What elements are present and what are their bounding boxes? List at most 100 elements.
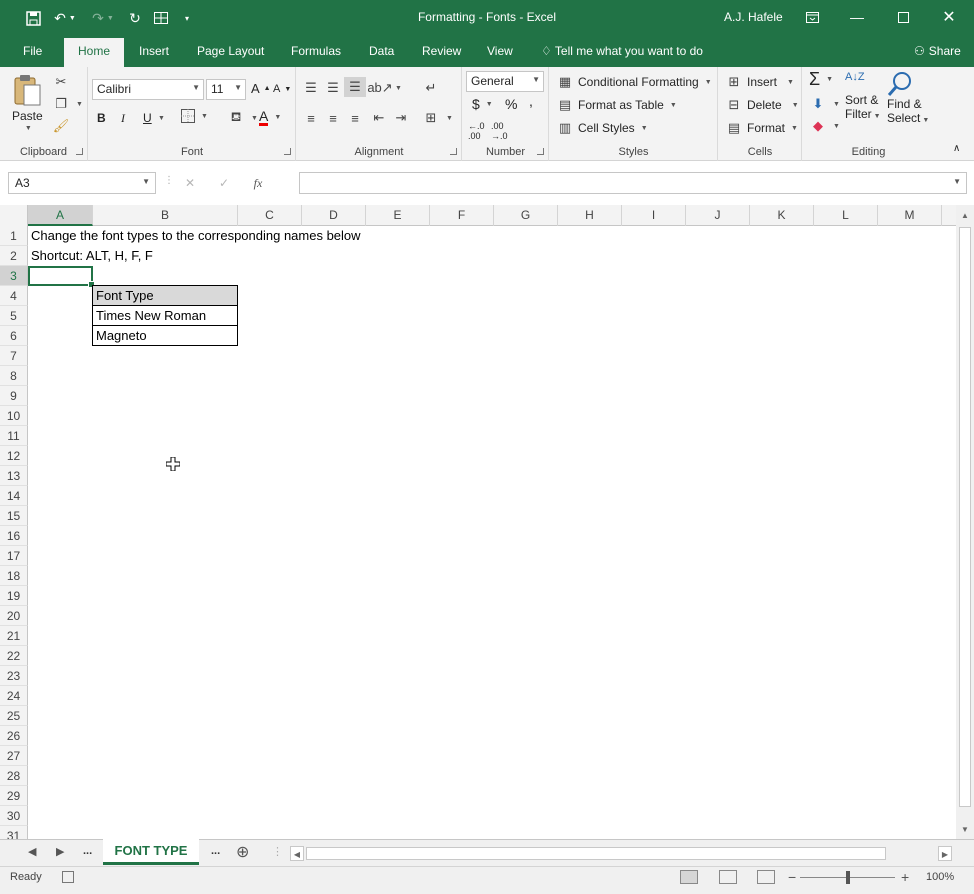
row-header[interactable]: 1 bbox=[0, 226, 28, 246]
row-header[interactable]: 19 bbox=[0, 586, 28, 606]
scroll-down-icon[interactable]: ▼ bbox=[956, 821, 974, 839]
cell-a2[interactable]: Shortcut: ALT, H, F, F bbox=[28, 246, 153, 266]
align-center-icon[interactable]: ≡ bbox=[324, 109, 342, 127]
column-header-g[interactable]: G bbox=[494, 205, 558, 226]
horizontal-scrollbar[interactable]: ◀ ▶ bbox=[290, 846, 954, 861]
collapse-ribbon-icon[interactable]: ∧ bbox=[953, 143, 960, 154]
middle-align-icon[interactable]: ☰ bbox=[324, 79, 342, 97]
select-all-corner[interactable] bbox=[0, 205, 28, 226]
tab-page-layout[interactable]: Page Layout bbox=[197, 44, 264, 58]
scroll-right-icon[interactable]: ▶ bbox=[938, 846, 952, 861]
next-sheet-icon[interactable]: ▶ bbox=[56, 845, 64, 858]
format-as-table-button[interactable]: ▤ Format as Table ▼ bbox=[556, 96, 677, 114]
ribbon-display-options-icon[interactable] bbox=[797, 6, 827, 28]
cell-b6[interactable]: Magneto bbox=[92, 325, 238, 346]
row-header[interactable]: 21 bbox=[0, 626, 28, 646]
row-header[interactable]: 27 bbox=[0, 746, 28, 766]
row-header[interactable]: 22 bbox=[0, 646, 28, 666]
tab-formulas[interactable]: Formulas bbox=[291, 44, 341, 58]
clipboard-launcher-icon[interactable] bbox=[76, 148, 83, 155]
scroll-up-icon[interactable]: ▲ bbox=[956, 207, 974, 225]
column-header-e[interactable]: E bbox=[366, 205, 430, 226]
cell-b5[interactable]: Times New Roman bbox=[92, 305, 238, 326]
merge-center-icon[interactable]: ⊞ ▼ bbox=[422, 109, 453, 127]
sort-filter-button[interactable]: A↓Z Sort & Filter ▼ bbox=[845, 71, 881, 121]
format-cells-button[interactable]: ▤ Format ▼ bbox=[725, 119, 798, 137]
paste-button[interactable]: Paste ▼ bbox=[12, 73, 43, 132]
italic-button[interactable]: I bbox=[121, 111, 125, 126]
row-header[interactable]: 6 bbox=[0, 326, 28, 346]
macro-record-icon[interactable] bbox=[62, 871, 74, 883]
tab-splitter-icon[interactable]: ⋮ bbox=[272, 845, 283, 858]
row-header[interactable]: 30 bbox=[0, 806, 28, 826]
vertical-scrollbar[interactable]: ▲ ▼ bbox=[956, 205, 974, 839]
zoom-level[interactable]: 100% bbox=[926, 871, 954, 883]
share-button[interactable]: ⚇ Share bbox=[914, 44, 961, 58]
column-header-b[interactable]: B bbox=[93, 205, 238, 226]
tab-view[interactable]: View bbox=[487, 44, 513, 58]
fill-color-button[interactable]: ⛾ ▼ bbox=[227, 109, 258, 127]
user-name[interactable]: A.J. Hafele bbox=[724, 10, 783, 24]
page-break-view-icon[interactable] bbox=[757, 870, 775, 884]
row-header[interactable]: 24 bbox=[0, 686, 28, 706]
row-header[interactable]: 29 bbox=[0, 786, 28, 806]
row-header[interactable]: 14 bbox=[0, 486, 28, 506]
decrease-indent-icon[interactable]: ⇤ bbox=[370, 109, 388, 127]
increase-font-icon[interactable]: A ▲ bbox=[251, 81, 271, 96]
column-header-c[interactable]: C bbox=[238, 205, 302, 226]
more-sheets-left[interactable]: ... bbox=[83, 845, 92, 857]
wrap-text-icon[interactable]: ↵ bbox=[422, 79, 440, 97]
tab-review[interactable]: Review bbox=[422, 44, 461, 58]
spreadsheet-grid[interactable]: A B C D E F G H I J K L M 1 2 3 4 5 6 7 … bbox=[0, 205, 974, 839]
bottom-align-icon[interactable]: ☰ bbox=[344, 77, 366, 97]
row-header[interactable]: 12 bbox=[0, 446, 28, 466]
row-header[interactable]: 2 bbox=[0, 246, 28, 266]
zoom-out-icon[interactable]: − bbox=[788, 869, 796, 885]
enter-icon[interactable]: ✓ bbox=[210, 176, 238, 190]
column-header-f[interactable]: F bbox=[430, 205, 494, 226]
comma-button[interactable]: , bbox=[529, 93, 533, 109]
autosum-button[interactable]: Σ ▼ bbox=[809, 69, 833, 90]
more-sheets-right[interactable]: ... bbox=[211, 845, 220, 857]
active-cell-a3[interactable] bbox=[28, 266, 95, 288]
insert-cells-button[interactable]: ⊞ Insert ▼ bbox=[725, 73, 794, 91]
column-header-a[interactable]: A bbox=[28, 205, 93, 226]
bold-button[interactable]: B bbox=[97, 111, 106, 125]
close-icon[interactable]: ✕ bbox=[934, 6, 964, 28]
sheet-tab-font-type[interactable]: FONT TYPE bbox=[103, 839, 199, 865]
number-format-select[interactable]: General ▼ bbox=[466, 71, 544, 92]
align-left-icon[interactable]: ≡ bbox=[302, 109, 320, 127]
percent-button[interactable]: % bbox=[505, 96, 517, 112]
copy-button[interactable]: ❐ ▼ bbox=[52, 95, 83, 113]
conditional-formatting-button[interactable]: ▦ Conditional Formatting ▼ bbox=[556, 73, 712, 91]
delete-cells-button[interactable]: ⊟ Delete ▼ bbox=[725, 96, 799, 114]
alignment-launcher-icon[interactable] bbox=[450, 148, 457, 155]
zoom-in-icon[interactable]: + bbox=[901, 869, 909, 885]
increase-decimal-icon[interactable]: ←.0.00 bbox=[468, 121, 485, 141]
horizontal-scroll-thumb[interactable] bbox=[306, 847, 886, 860]
cell-b4[interactable]: Font Type bbox=[92, 285, 238, 306]
row-header[interactable]: 13 bbox=[0, 466, 28, 486]
minimize-icon[interactable]: — bbox=[842, 6, 872, 28]
column-header-j[interactable]: J bbox=[686, 205, 750, 226]
row-header[interactable]: 10 bbox=[0, 406, 28, 426]
borders-button[interactable]: ▼ bbox=[181, 109, 208, 123]
row-header[interactable]: 5 bbox=[0, 306, 28, 326]
number-launcher-icon[interactable] bbox=[537, 148, 544, 155]
column-header-i[interactable]: I bbox=[622, 205, 686, 226]
increase-indent-icon[interactable]: ⇥ bbox=[392, 109, 410, 127]
top-align-icon[interactable]: ☰ bbox=[302, 79, 320, 97]
tell-me-box[interactable]: ♢ Tell me what you want to do bbox=[541, 44, 703, 58]
format-painter-button[interactable]: 🖌 bbox=[52, 117, 70, 135]
zoom-slider-thumb[interactable] bbox=[846, 871, 850, 884]
column-header-k[interactable]: K bbox=[750, 205, 814, 226]
scroll-left-icon[interactable]: ◀ bbox=[290, 846, 304, 861]
orientation-icon[interactable]: ab↗ ▼ bbox=[367, 79, 402, 97]
decrease-font-icon[interactable]: A ▼ bbox=[273, 83, 291, 95]
cancel-icon[interactable]: ✕ bbox=[176, 176, 204, 190]
row-header[interactable]: 17 bbox=[0, 546, 28, 566]
row-header[interactable]: 25 bbox=[0, 706, 28, 726]
fill-button[interactable]: ⬇ ▼ bbox=[809, 95, 840, 113]
tab-file[interactable]: File bbox=[23, 44, 42, 58]
row-header[interactable]: 4 bbox=[0, 286, 28, 306]
